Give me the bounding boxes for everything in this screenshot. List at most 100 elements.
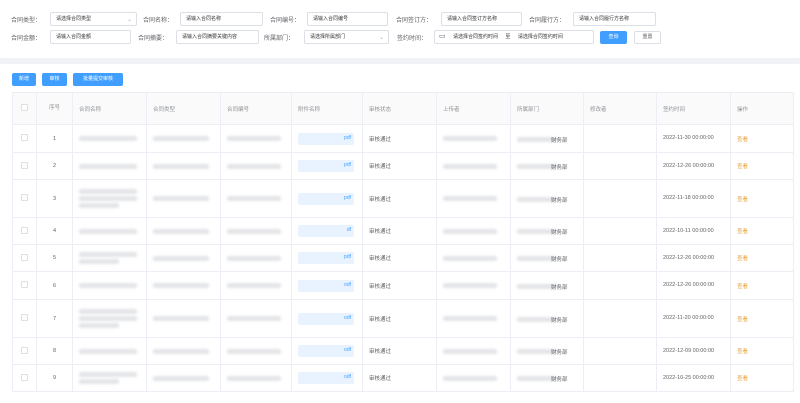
row-sign-time: 2022-10-25 00:00:00 xyxy=(656,364,731,392)
redacted-text xyxy=(153,163,209,169)
row-checkbox[interactable] xyxy=(21,373,28,381)
row-status: 审核通过 xyxy=(362,124,437,153)
row-select-cell[interactable] xyxy=(12,271,37,300)
row-checkbox[interactable] xyxy=(21,134,28,141)
redacted-text xyxy=(443,196,497,201)
view-link[interactable]: 查看 xyxy=(737,317,748,323)
row-checkbox[interactable] xyxy=(21,314,28,321)
row-checkbox[interactable] xyxy=(21,253,28,261)
summary-label: 合同摘要： xyxy=(138,36,169,42)
row-action: 查看 xyxy=(730,271,794,300)
dept-suffix: 财务部 xyxy=(551,377,568,383)
row-checkbox[interactable] xyxy=(21,194,28,201)
row-attachment: pdf xyxy=(291,244,363,272)
sign-time-start-placeholder: 请选择合同签约时间 xyxy=(453,34,499,40)
attachment-link[interactable]: odf xyxy=(298,345,354,357)
redacted-text xyxy=(443,375,497,381)
row-dept: 财务部 xyxy=(510,271,584,300)
sign-time-end-placeholder: 请选择合同签约时间 xyxy=(517,34,563,40)
dept-suffix: 财务部 xyxy=(551,137,568,144)
attachment-link[interactable]: pdf xyxy=(298,160,354,172)
row-dept: 财务部 xyxy=(510,299,584,338)
row-status: 审核通过 xyxy=(362,217,437,245)
attachment-ext: odf xyxy=(344,374,351,380)
attachment-link[interactable]: odf xyxy=(298,312,354,325)
department-select[interactable]: 请选择所属部门 ⌄ xyxy=(304,30,389,44)
summary-input[interactable]: 请输入合同摘要关键内容 xyxy=(176,30,259,44)
row-sign-time: 2022-12-09 00:00:00 xyxy=(656,337,731,365)
row-sign-time: 2022-11-30 00:00:00 xyxy=(656,124,731,153)
row-seq: 4 xyxy=(36,217,73,245)
attachment-link[interactable]: pdf xyxy=(298,132,354,145)
row-action: 查看 xyxy=(730,217,794,245)
attachment-ext: pdf xyxy=(344,162,351,168)
view-link[interactable]: 查看 xyxy=(737,256,748,262)
select-all-checkbox[interactable] xyxy=(21,104,28,111)
row-select-cell[interactable] xyxy=(12,337,37,365)
view-link[interactable]: 查看 xyxy=(737,376,748,382)
performing-party-label: 合同履行方： xyxy=(529,18,566,24)
amount-label: 合同金额： xyxy=(11,36,42,42)
view-link[interactable]: 查看 xyxy=(737,164,748,170)
row-select-cell[interactable] xyxy=(12,179,37,218)
view-link[interactable]: 查看 xyxy=(737,349,748,355)
row-checkbox[interactable] xyxy=(21,346,28,354)
attachment-ext: pdf xyxy=(344,134,351,141)
redacted-text xyxy=(79,189,137,194)
performing-party-placeholder: 请输入合同履行方名称 xyxy=(579,16,630,22)
row-checkbox[interactable] xyxy=(21,161,28,169)
view-link[interactable]: 查看 xyxy=(737,137,748,143)
redacted-text xyxy=(153,348,209,354)
sign-time-range-picker[interactable]: ▭ 请选择合同签约时间 至 请选择合同签约时间 xyxy=(434,30,594,44)
row-select-cell[interactable] xyxy=(12,244,37,272)
row-name xyxy=(72,271,147,300)
amount-input[interactable]: 请输入合同金额 xyxy=(50,30,131,44)
attachment-link[interactable]: pdf xyxy=(298,252,354,264)
view-link[interactable]: 查看 xyxy=(737,197,748,203)
table-header-row: 序号 合同名称 合同类型 合同编号 附件名称 审核状态 上传者 所属部门 修改者… xyxy=(12,92,794,125)
row-attachment: odf xyxy=(291,299,363,338)
redacted-text xyxy=(79,309,137,314)
reset-button[interactable]: 重置 xyxy=(634,31,661,44)
header-uploader: 上传者 xyxy=(436,92,511,125)
add-button[interactable]: 新增 xyxy=(12,73,36,86)
contract-name-input[interactable]: 请输入合同名称 xyxy=(180,12,263,26)
row-select-cell[interactable] xyxy=(12,364,37,392)
contract-type-select[interactable]: 请选择合同类型 ⌄ xyxy=(50,12,137,26)
attachment-link[interactable]: df xyxy=(298,225,354,237)
row-select-cell[interactable] xyxy=(12,217,37,245)
batch-submit-audit-button[interactable]: 批量提交审核 xyxy=(73,73,123,86)
row-dept: 财务部 xyxy=(510,217,584,245)
signing-party-input[interactable]: 请输入合同签订方名称 xyxy=(441,12,522,26)
attachment-link[interactable]: pdf xyxy=(298,192,354,205)
row-seq: 8 xyxy=(36,337,73,365)
row-sign-time: 2022-10-11 00:00:00 xyxy=(656,217,731,245)
redacted-text xyxy=(227,316,281,321)
attachment-link[interactable]: odf xyxy=(298,372,354,384)
select-all-cell[interactable] xyxy=(12,92,37,125)
search-button[interactable]: 查询 xyxy=(600,31,627,44)
row-select-cell[interactable] xyxy=(12,299,37,338)
attachment-link[interactable]: odf xyxy=(298,279,354,292)
row-checkbox[interactable] xyxy=(21,281,28,288)
row-checkbox[interactable] xyxy=(21,226,28,234)
row-seq: 2 xyxy=(36,152,73,180)
redacted-text xyxy=(443,348,497,354)
chevron-down-icon: ⌄ xyxy=(378,35,384,41)
view-link[interactable]: 查看 xyxy=(737,229,748,235)
row-uploader xyxy=(436,179,511,218)
redacted-text xyxy=(153,283,209,288)
row-select-cell[interactable] xyxy=(12,152,37,180)
department-label: 所属部门： xyxy=(264,36,295,42)
audit-button[interactable]: 审核 xyxy=(42,73,67,86)
header-attachment: 附件名称 xyxy=(291,92,363,125)
row-select-cell[interactable] xyxy=(12,124,37,153)
row-seq: 9 xyxy=(36,364,73,392)
row-modifier xyxy=(583,364,657,392)
contract-no-input[interactable]: 请输入合同编号 xyxy=(307,12,388,26)
view-link[interactable]: 查看 xyxy=(737,284,748,290)
performing-party-input[interactable]: 请输入合同履行方名称 xyxy=(573,12,656,26)
row-seq: 7 xyxy=(36,299,73,338)
attachment-ext: df xyxy=(346,227,351,233)
row-dept: 财务部 xyxy=(510,179,584,218)
